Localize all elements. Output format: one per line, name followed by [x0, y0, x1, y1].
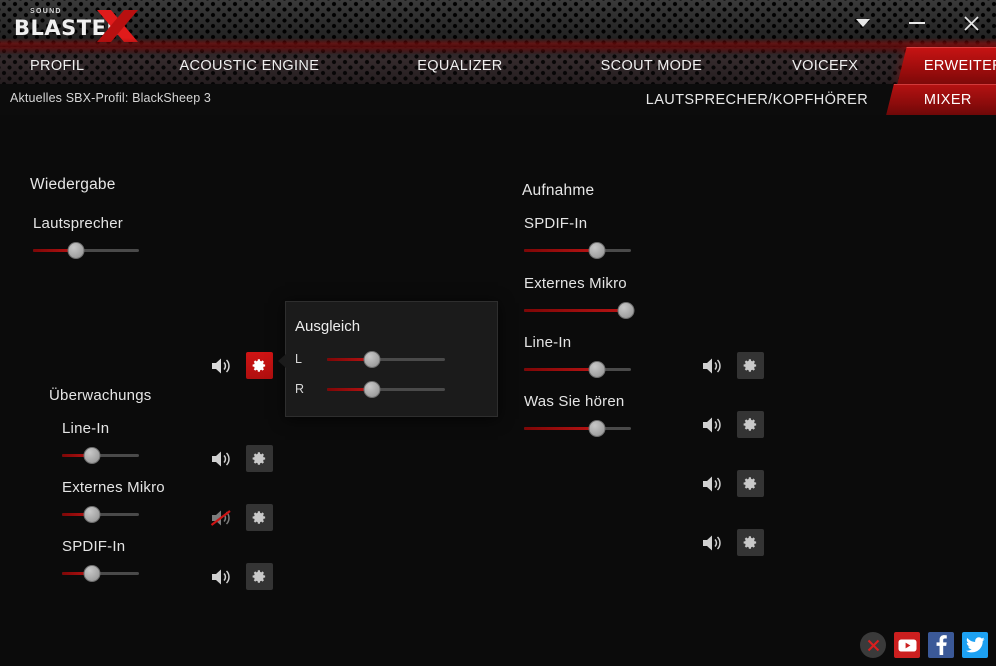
- volume-slider-recording-was-sie-hoeren[interactable]: [524, 419, 631, 437]
- controls-playback-spdif-in: [210, 563, 273, 590]
- subtab-speakers-headphones[interactable]: LAUTSPRECHER/KOPFHÖRER: [632, 84, 882, 115]
- speaker-icon[interactable]: [210, 567, 232, 587]
- slider-knob[interactable]: [588, 361, 606, 378]
- window-controls: [848, 8, 986, 38]
- slider-knob[interactable]: [363, 381, 381, 398]
- settings-gear-button[interactable]: [737, 529, 764, 556]
- controls-playback-line-in: [210, 445, 273, 472]
- slider-knob[interactable]: [83, 447, 101, 464]
- gear-icon: [252, 570, 266, 583]
- recording-section-title: Aufnahme: [522, 182, 595, 199]
- sub-tab-list: LAUTSPRECHER/KOPFHÖRER MIXER: [632, 84, 996, 115]
- tab-profil[interactable]: PROFIL: [14, 47, 100, 84]
- gear-icon: [252, 452, 266, 465]
- chevron-down-icon[interactable]: [848, 8, 878, 38]
- slider-fill: [524, 309, 626, 312]
- channel-label: Externes Mikro: [62, 479, 165, 496]
- speaker-icon[interactable]: [701, 474, 723, 494]
- logo-sound-text: SOUND: [30, 8, 62, 15]
- settings-gear-button[interactable]: [246, 352, 273, 379]
- tab-erweiterte-einstellungen[interactable]: ERWEITERTE EINSTELLUNGEN: [897, 47, 996, 84]
- gear-icon: [252, 511, 266, 524]
- channel-label: SPDIF-In: [524, 215, 588, 232]
- channel-label: Line-In: [62, 420, 110, 437]
- slider-fill: [524, 249, 597, 252]
- slider-knob[interactable]: [83, 506, 101, 523]
- channel-recording-line-in: Line-In: [524, 334, 824, 378]
- close-overlay-icon[interactable]: [860, 632, 886, 658]
- tab-equalizer[interactable]: EQUALIZER: [401, 47, 518, 84]
- volume-slider-recording-line-in[interactable]: [524, 360, 631, 378]
- controls-playback-externes-mikro: [210, 504, 273, 531]
- channel-recording-was-sie-hoeren: Was Sie hören: [524, 393, 824, 437]
- subtab-mixer[interactable]: MIXER: [886, 84, 996, 115]
- speaker-icon[interactable]: [210, 356, 232, 376]
- volume-slider-playback-externes-mikro[interactable]: [62, 505, 139, 523]
- balance-row-right: R: [295, 380, 490, 398]
- channel-label: Was Sie hören: [524, 393, 625, 410]
- balance-popup-title: Ausgleich: [295, 318, 361, 335]
- channel-label: Line-In: [524, 334, 572, 351]
- channel-lautsprecher: Lautsprecher: [33, 215, 333, 259]
- slider-knob[interactable]: [67, 242, 85, 259]
- settings-gear-button[interactable]: [246, 504, 273, 531]
- youtube-icon[interactable]: [894, 632, 920, 658]
- sub-header-bar: Aktuelles SBX-Profil: BlackSheep 3 LAUTS…: [0, 84, 996, 115]
- sound-blasterx-window: SOUND BLASTER PROFIL ACOUSTIC ENGINE EQU…: [0, 0, 996, 666]
- current-profile-label: Aktuelles SBX-Profil: BlackSheep 3: [10, 91, 212, 105]
- speaker-icon[interactable]: [210, 449, 232, 469]
- balance-left-label: L: [295, 352, 302, 366]
- settings-gear-button[interactable]: [246, 445, 273, 472]
- tab-list: PROFIL ACOUSTIC ENGINE EQUALIZER SCOUT M…: [0, 47, 996, 84]
- monitoring-group-label: Überwachungs: [49, 387, 152, 404]
- controls-recording-line-in: [701, 470, 764, 497]
- slider-knob[interactable]: [588, 242, 606, 259]
- speaker-muted-icon[interactable]: [210, 508, 232, 528]
- gear-icon: [252, 359, 266, 372]
- controls-recording-was-sie-hoeren: [701, 529, 764, 556]
- channel-recording-externes-mikro: Externes Mikro: [524, 275, 824, 319]
- playback-section-title: Wiedergabe: [30, 176, 116, 193]
- volume-slider-playback-spdif-in[interactable]: [62, 564, 139, 582]
- twitter-icon[interactable]: [962, 632, 988, 658]
- volume-slider-recording-spdif-in[interactable]: [524, 241, 631, 259]
- settings-gear-button[interactable]: [737, 470, 764, 497]
- tab-scout-mode[interactable]: SCOUT MODE: [585, 47, 719, 84]
- channel-recording-spdif-in: SPDIF-In: [524, 215, 824, 259]
- slider-knob[interactable]: [363, 351, 381, 368]
- slider-fill: [524, 427, 597, 430]
- tab-voicefx[interactable]: VOICEFX: [776, 47, 874, 84]
- close-icon[interactable]: [956, 8, 986, 38]
- balance-right-label: R: [295, 382, 305, 396]
- facebook-icon[interactable]: [928, 632, 954, 658]
- volume-slider-recording-externes-mikro[interactable]: [524, 301, 635, 319]
- speaker-icon[interactable]: [701, 533, 723, 553]
- main-tab-bar: PROFIL ACOUSTIC ENGINE EQUALIZER SCOUT M…: [0, 47, 996, 84]
- balance-popup: Ausgleich L R: [278, 301, 498, 417]
- balance-slider-left[interactable]: [327, 350, 445, 368]
- slider-knob[interactable]: [588, 420, 606, 437]
- minimize-icon[interactable]: [902, 8, 932, 38]
- channel-label: SPDIF-In: [62, 538, 126, 555]
- gear-icon: [743, 477, 757, 490]
- balance-row-left: L: [295, 350, 490, 368]
- tab-acoustic-engine[interactable]: ACOUSTIC ENGINE: [163, 47, 335, 84]
- title-bar: SOUND BLASTER: [0, 0, 996, 47]
- logo-x-icon: [97, 10, 138, 42]
- mixer-panel: Wiedergabe Lautsprecher Überwachungs Lin…: [0, 115, 996, 666]
- channel-label: Lautsprecher: [33, 215, 123, 232]
- app-logo: SOUND BLASTER: [8, 8, 188, 42]
- controls-lautsprecher: [210, 352, 273, 379]
- volume-slider-playback-line-in[interactable]: [62, 446, 139, 464]
- slider-fill: [524, 368, 597, 371]
- settings-gear-button[interactable]: [246, 563, 273, 590]
- balance-slider-right[interactable]: [327, 380, 445, 398]
- social-links-bar: [860, 632, 988, 658]
- slider-knob[interactable]: [617, 302, 635, 319]
- channel-label: Externes Mikro: [524, 275, 627, 292]
- slider-knob[interactable]: [83, 565, 101, 582]
- volume-slider-lautsprecher[interactable]: [33, 241, 139, 259]
- gear-icon: [743, 536, 757, 549]
